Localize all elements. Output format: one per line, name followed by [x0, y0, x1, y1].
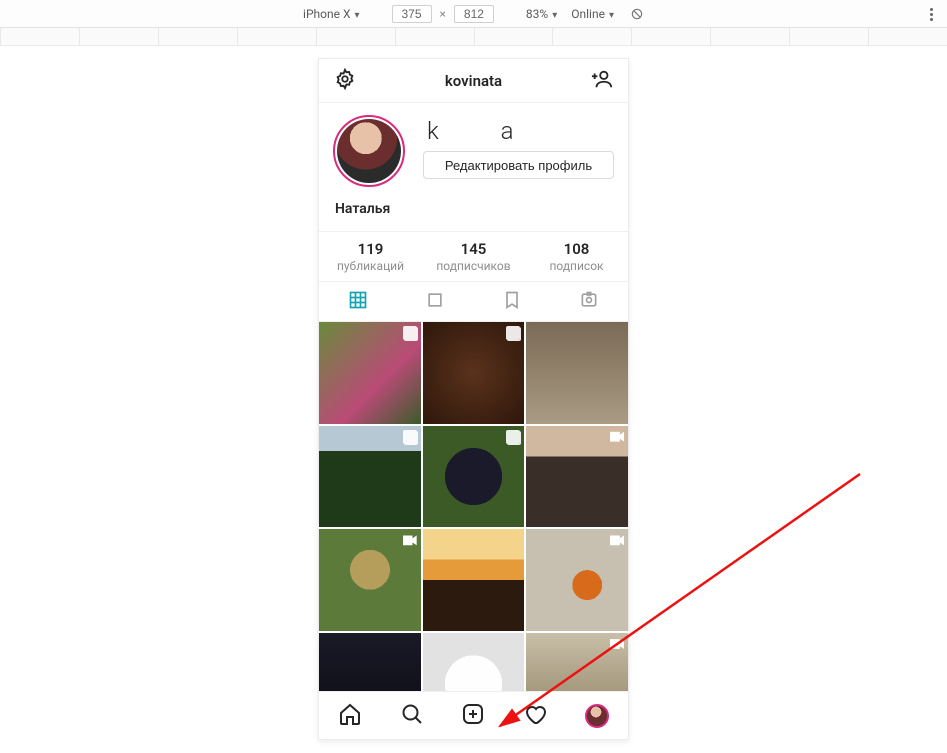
devtools-menu-button[interactable] — [930, 6, 933, 23]
profile-header: kovinata — [319, 59, 628, 103]
viewport-height-input[interactable] — [454, 5, 494, 23]
profile-avatar[interactable] — [333, 115, 405, 187]
tab-grid[interactable] — [319, 282, 396, 321]
gear-icon — [334, 68, 356, 94]
header-username: kovinata — [359, 72, 588, 90]
grid-icon — [348, 290, 368, 314]
tagged-icon — [579, 290, 599, 314]
stat-followers-label: подписчиков — [422, 259, 525, 273]
post-thumbnail[interactable] — [526, 426, 628, 528]
stat-following[interactable]: 108 подписок — [525, 232, 628, 281]
post-thumbnail[interactable] — [526, 322, 628, 424]
responsive-ruler — [0, 28, 947, 46]
stat-posts[interactable]: 119 публикаций — [319, 232, 422, 281]
nav-profile[interactable] — [585, 704, 609, 728]
tab-saved[interactable] — [474, 282, 551, 321]
multi-photo-badge-icon — [403, 326, 417, 340]
discover-people-button[interactable] — [588, 68, 616, 94]
video-badge-icon — [403, 533, 417, 547]
post-thumbnail[interactable] — [423, 426, 525, 528]
device-select[interactable]: iPhone X — [303, 7, 359, 21]
post-thumbnail[interactable] — [423, 322, 525, 424]
stat-followers[interactable]: 145 подписчиков — [422, 232, 525, 281]
post-thumbnail[interactable] — [319, 322, 421, 424]
bottom-nav — [319, 691, 628, 739]
profile-stats: 119 публикаций 145 подписчиков 108 подпи… — [319, 231, 628, 282]
devtools-toolbar: iPhone X × 83% Online — [0, 0, 947, 28]
profile-info-row: k a Редактировать профиль — [319, 103, 628, 193]
stat-following-label: подписок — [525, 259, 628, 273]
avatar-icon — [585, 704, 609, 728]
stat-posts-label: публикаций — [319, 259, 422, 273]
post-thumbnail[interactable] — [423, 633, 525, 691]
tab-feed[interactable] — [396, 282, 473, 321]
dimension-separator: × — [440, 7, 446, 21]
heart-icon — [523, 702, 547, 730]
nav-home[interactable] — [338, 704, 362, 728]
video-badge-icon — [610, 533, 624, 547]
plus-square-icon — [461, 702, 485, 730]
rotate-icon[interactable] — [630, 7, 644, 21]
post-thumbnail[interactable] — [319, 529, 421, 631]
stat-followers-count: 145 — [422, 240, 525, 258]
nav-new-post[interactable] — [461, 704, 485, 728]
post-thumbnail[interactable] — [526, 633, 628, 691]
profile-display-name: Наталья — [319, 193, 628, 231]
phone-viewport: kovinata k a Редактировать профиль Натал… — [318, 58, 629, 740]
posts-grid — [319, 322, 628, 691]
add-person-icon — [591, 68, 613, 94]
settings-button[interactable] — [331, 68, 359, 94]
multi-photo-badge-icon — [403, 430, 417, 444]
video-badge-icon — [610, 430, 624, 444]
video-badge-icon — [610, 637, 624, 651]
multi-photo-badge-icon — [506, 430, 520, 444]
profile-username-large: k a — [427, 117, 614, 145]
stat-following-count: 108 — [525, 240, 628, 258]
edit-profile-button[interactable]: Редактировать профиль — [423, 151, 614, 179]
tab-tagged[interactable] — [551, 282, 628, 321]
profile-tabs — [319, 282, 628, 322]
home-icon — [338, 702, 362, 730]
search-icon — [400, 702, 424, 730]
bookmark-icon — [502, 290, 522, 314]
zoom-select[interactable]: 83% — [526, 7, 557, 21]
multi-photo-badge-icon — [506, 326, 520, 340]
nav-activity[interactable] — [523, 704, 547, 728]
stat-posts-count: 119 — [319, 240, 422, 258]
throttle-select[interactable]: Online — [571, 7, 614, 21]
post-thumbnail[interactable] — [526, 529, 628, 631]
post-thumbnail[interactable] — [423, 529, 525, 631]
feed-icon — [425, 290, 445, 314]
post-thumbnail[interactable] — [319, 426, 421, 528]
post-thumbnail[interactable] — [319, 633, 421, 691]
viewport-width-input[interactable] — [392, 5, 432, 23]
nav-search[interactable] — [400, 704, 424, 728]
